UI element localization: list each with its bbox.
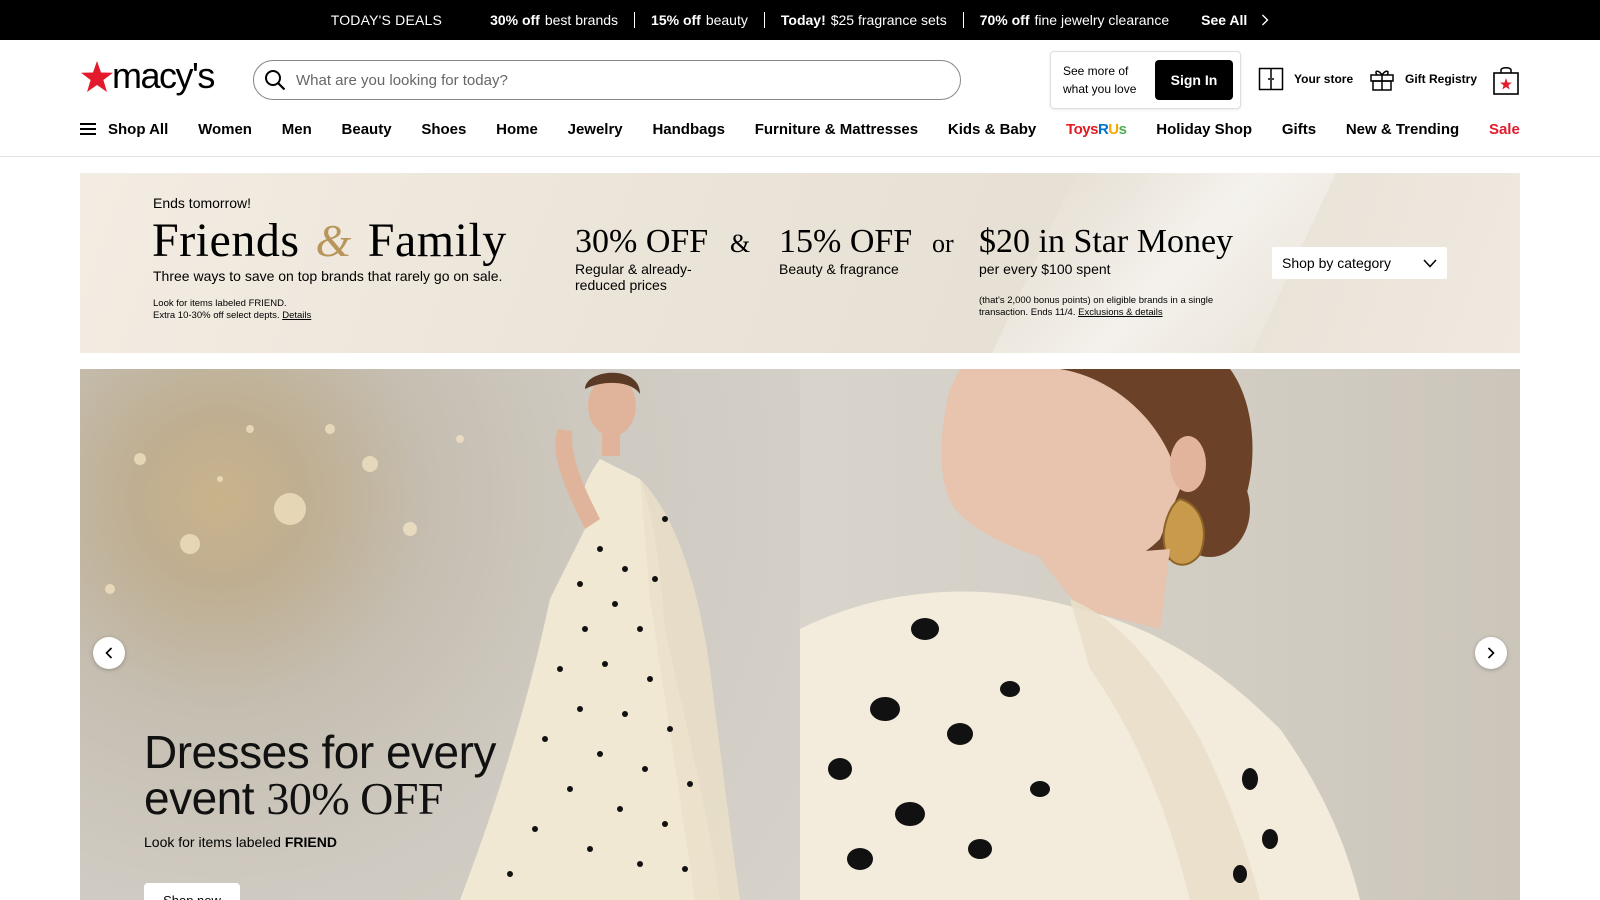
deal-link[interactable]: 70% off fine jewelry clearance xyxy=(964,12,1185,28)
your-store-link[interactable]: Your store xyxy=(1258,66,1353,92)
carousel-next-button[interactable] xyxy=(1475,637,1507,669)
offer-amount: 15% OFF xyxy=(779,223,913,260)
toys-logo-part: R xyxy=(1097,120,1109,138)
offer-description: Regular & already-reduced prices xyxy=(575,261,692,293)
hero-note-bold: FRIEND xyxy=(284,834,337,850)
menu-icon xyxy=(80,123,96,135)
offer-conjunction: & xyxy=(730,229,751,258)
chevron-right-icon xyxy=(1487,647,1495,659)
see-all-label: See All xyxy=(1201,12,1248,28)
deal-bold: Today! xyxy=(780,12,826,28)
store-icon xyxy=(1258,67,1284,91)
main-nav: Shop All Women Men Beauty Shoes Home Jew… xyxy=(80,112,1520,146)
nav-item-handbags[interactable]: Handbags xyxy=(652,121,725,138)
fine-print-line: Extra 10-30% off select depts. xyxy=(153,310,280,321)
gift-registry-label: Gift Registry xyxy=(1405,72,1478,86)
promo-title-right: Family xyxy=(367,214,507,267)
gift-icon xyxy=(1370,70,1394,91)
shop-by-category-label: Shop by category xyxy=(1282,255,1391,271)
shop-all-label: Shop All xyxy=(108,120,169,138)
hero-note: Look for items labeled FRIEND xyxy=(144,834,337,850)
gift-registry-link[interactable]: Gift Registry xyxy=(1369,66,1477,92)
deal-link[interactable]: Today! $25 fragrance sets xyxy=(765,12,963,28)
hero-headline-line: Dresses for every xyxy=(144,726,496,778)
promo-title-amp: & xyxy=(315,215,352,266)
your-store-label: Your store xyxy=(1294,72,1354,86)
shop-all-menu[interactable]: Shop All xyxy=(80,121,168,138)
header-divider xyxy=(0,156,1600,157)
offer-description: Beauty & fragrance xyxy=(779,261,899,277)
deal-link[interactable]: 15% off beauty xyxy=(635,12,764,28)
hero-headline: Dresses for every event 30% OFF xyxy=(144,729,496,822)
search-input[interactable] xyxy=(296,71,896,89)
nav-item-men[interactable]: Men xyxy=(282,121,312,138)
signin-message-line: See more of xyxy=(1063,64,1129,78)
deal-text: fine jewelry clearance xyxy=(1034,12,1170,28)
nav-item-new-trending[interactable]: New & Trending xyxy=(1346,121,1459,138)
deal-link[interactable]: 30% off best brands xyxy=(474,12,634,28)
promo-title: Friends & Family xyxy=(152,213,507,268)
hero-headline-word: event xyxy=(144,772,255,824)
shop-now-button[interactable]: Shop now xyxy=(144,883,240,900)
logo-wordmark: macy's xyxy=(112,55,215,96)
star-money-fine-print: (that's 2,000 bonus points) on eligible … xyxy=(979,295,1239,319)
nav-item-holiday-shop[interactable]: Holiday Shop xyxy=(1156,121,1252,138)
signin-message-line: what you love xyxy=(1063,82,1137,96)
sign-in-button[interactable]: Sign In xyxy=(1155,60,1233,100)
deal-bold: 70% off xyxy=(979,12,1030,28)
nav-item-gifts[interactable]: Gifts xyxy=(1282,121,1316,138)
nav-item-shoes[interactable]: Shoes xyxy=(421,121,466,138)
nav-item-women[interactable]: Women xyxy=(198,121,252,138)
offer-star-money: $20 in Star Money per every $100 spent xyxy=(979,223,1233,277)
offer-conjunction: or xyxy=(932,229,954,258)
nav-item-furniture[interactable]: Furniture & Mattresses xyxy=(755,121,918,138)
deal-bold: 15% off xyxy=(651,12,701,28)
chevron-left-icon xyxy=(105,647,113,659)
promo-subtitle: Three ways to save on top brands that ra… xyxy=(153,268,503,284)
offer-beauty: 15% OFF Beauty & fragrance xyxy=(779,223,912,277)
signin-card: See more of what you love Sign In xyxy=(1050,51,1241,109)
exclusions-details-link[interactable]: Exclusions & details xyxy=(1078,307,1162,318)
search-icon[interactable] xyxy=(264,69,286,91)
nav-item-beauty[interactable]: Beauty xyxy=(342,121,392,138)
toys-logo-part: Toys xyxy=(1066,120,1098,138)
carousel-prev-button[interactable] xyxy=(93,637,125,669)
toys-logo-part: s xyxy=(1118,120,1127,138)
shop-by-category-dropdown[interactable]: Shop by category xyxy=(1272,247,1447,279)
offer-regular: 30% OFF Regular & already-reduced prices xyxy=(575,223,715,293)
friends-family-banner[interactable]: Ends tomorrow! Friends & Family Three wa… xyxy=(80,173,1520,353)
signin-message: See more of what you love xyxy=(1063,62,1147,98)
hero-note-text: Look for items labeled xyxy=(144,834,281,850)
offer-description: per every $100 spent xyxy=(979,261,1111,277)
deal-text: beauty xyxy=(705,12,748,28)
deal-text: $25 fragrance sets xyxy=(830,12,947,28)
hero-carousel[interactable]: Dresses for every event 30% OFF Look for… xyxy=(80,369,1520,900)
promo-fine-print: Look for items labeled FRIEND. Extra 10-… xyxy=(153,298,311,322)
toys-logo-part: U xyxy=(1108,120,1119,138)
bag-icon[interactable] xyxy=(1492,64,1520,96)
deal-text: best brands xyxy=(544,12,619,28)
promo-title-left: Friends xyxy=(152,214,300,267)
nav-item-toysrus-logo[interactable]: ToysRUs xyxy=(1066,120,1127,138)
promo-ends-label: Ends tomorrow! xyxy=(153,195,252,211)
deal-bold: 30% off xyxy=(490,12,540,28)
fine-print-line: Look for items labeled FRIEND. xyxy=(153,298,287,309)
hero-headline-offer: 30% OFF xyxy=(266,773,444,824)
star-logo-icon xyxy=(81,61,113,92)
offer-amount: 30% OFF xyxy=(575,223,709,260)
chevron-down-icon xyxy=(1423,258,1437,268)
nav-item-jewelry[interactable]: Jewelry xyxy=(568,121,623,138)
details-link[interactable]: Details xyxy=(282,310,311,321)
search-bar[interactable] xyxy=(253,60,961,100)
todays-deals-bar: TODAY'S DEALS 30% off best brands 15% off… xyxy=(0,0,1600,40)
nav-item-home[interactable]: Home xyxy=(496,121,538,138)
macys-logo[interactable]: macy's xyxy=(80,55,215,96)
see-all-deals-link[interactable]: See All xyxy=(1201,12,1269,28)
offer-amount: $20 in Star Money xyxy=(979,223,1234,260)
nav-item-sale[interactable]: Sale xyxy=(1489,121,1520,138)
chevron-right-icon xyxy=(1262,14,1269,26)
nav-item-kids-baby[interactable]: Kids & Baby xyxy=(948,121,1036,138)
deals-title: TODAY'S DEALS xyxy=(330,12,443,28)
